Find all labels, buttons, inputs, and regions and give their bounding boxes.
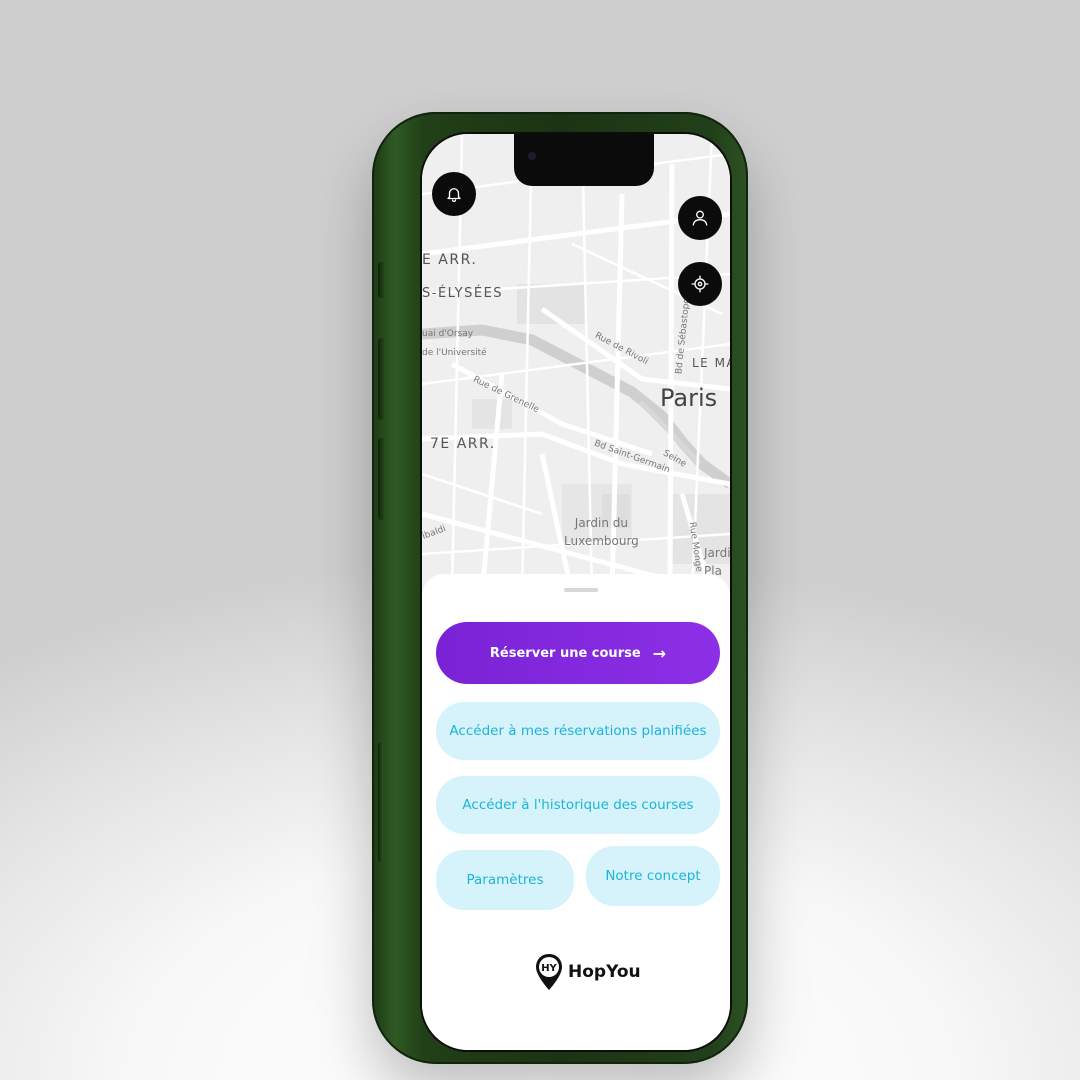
actions-sheet: Réserver une course → Accéder à mes rése…	[422, 574, 730, 1050]
map-label-7e-arr: 7E ARR.	[430, 436, 496, 452]
map-pin-hy-icon: HY	[536, 954, 562, 990]
bell-icon	[447, 188, 461, 203]
logo-mark-text: HY	[541, 963, 557, 974]
map-label-8e-arr: E ARR.	[422, 252, 478, 268]
book-ride-button[interactable]: Réserver une course →	[436, 622, 720, 684]
map-label-luxembourg-line1: Jardin du	[574, 516, 628, 530]
locate-button[interactable]	[678, 262, 722, 306]
map-label-plantes-line1: Jardi	[704, 546, 730, 560]
brand-logo: HY HopYou	[534, 952, 641, 992]
user-icon	[692, 210, 708, 226]
front-camera	[528, 152, 536, 160]
phone-volume-down	[378, 438, 386, 520]
our-concept-button[interactable]: Notre concept	[586, 846, 720, 906]
planned-bookings-button[interactable]: Accéder à mes réservations planifiées	[436, 702, 720, 760]
brand-name: HopYou	[568, 962, 641, 982]
our-concept-label: Notre concept	[605, 868, 701, 884]
phone-silent-switch	[378, 262, 386, 298]
map-label-le-marais: LE MA	[692, 356, 730, 370]
map-label-paris: Paris	[660, 384, 718, 412]
sheet-drag-handle[interactable]	[564, 588, 598, 592]
arrow-right-icon: →	[652, 643, 667, 663]
planned-bookings-label: Accéder à mes réservations planifiées	[449, 723, 707, 739]
phone-sim-tray	[378, 742, 383, 862]
ride-history-button[interactable]: Accéder à l'historique des courses	[436, 776, 720, 834]
target-icon	[691, 275, 709, 293]
ride-history-label: Accéder à l'historique des courses	[462, 797, 694, 813]
phone-screen: E ARR. S-ÉLYSÉES uai d'Orsay de l'Univer…	[420, 132, 732, 1052]
map-label-luxembourg-line2: Luxembourg	[564, 534, 639, 548]
phone-volume-up	[378, 338, 386, 420]
map-label-luxembourg: Jardin du Luxembourg	[564, 514, 639, 550]
notifications-button[interactable]	[432, 172, 476, 216]
phone-frame: E ARR. S-ÉLYSÉES uai d'Orsay de l'Univer…	[372, 112, 748, 1064]
notch	[514, 134, 654, 186]
map-label-universite: de l'Université	[422, 348, 487, 358]
map-label-quai-orsay: uai d'Orsay	[422, 329, 474, 339]
book-ride-label: Réserver une course	[489, 645, 641, 661]
profile-button[interactable]	[678, 196, 722, 240]
map-label-champs-elysees: S-ÉLYSÉES	[422, 286, 504, 301]
settings-label: Paramètres	[466, 872, 544, 888]
app-display: E ARR. S-ÉLYSÉES uai d'Orsay de l'Univer…	[422, 134, 730, 1050]
settings-button[interactable]: Paramètres	[436, 850, 574, 910]
